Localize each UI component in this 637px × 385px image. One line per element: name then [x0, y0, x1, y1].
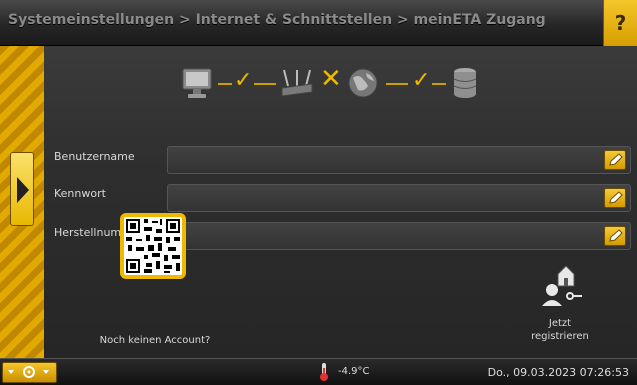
username-label: Benutzername [54, 150, 135, 163]
password-field[interactable] [167, 184, 631, 212]
gear-icon [8, 366, 49, 378]
pencil-icon [609, 191, 623, 204]
password-input[interactable] [168, 185, 588, 211]
check-icon: ✓ [412, 68, 431, 93]
pc-icon [182, 68, 212, 98]
system-menu-button[interactable] [2, 362, 57, 383]
serial-field[interactable] [167, 222, 631, 250]
help-button[interactable]: ? [603, 0, 637, 46]
breadcrumb: Systemeinstellungen > Internet & Schnitt… [8, 12, 546, 28]
database-icon [453, 68, 477, 98]
pencil-icon [609, 153, 623, 166]
qr-code-icon [126, 219, 180, 273]
outdoor-temperature: -4.9°C [338, 366, 370, 377]
status-line [386, 83, 408, 85]
side-menu-toggle[interactable] [10, 152, 34, 226]
register-label-line1[interactable]: Jetzt [520, 318, 600, 329]
no-account-label: Noch keinen Account? [99, 335, 211, 346]
check-icon: ✓ [234, 68, 253, 93]
status-line [218, 83, 232, 85]
username-field[interactable] [167, 146, 631, 174]
thermometer-icon [320, 363, 328, 381]
date-time: Do., 09.03.2023 07:26:53 [487, 366, 629, 379]
edit-serial-button[interactable] [604, 226, 626, 246]
edit-username-button[interactable] [604, 150, 626, 170]
edit-password-button[interactable] [604, 188, 626, 208]
password-label: Kennwort [54, 187, 106, 200]
register-label-line2[interactable]: registrieren [520, 331, 600, 342]
title-bar: Systemeinstellungen > Internet & Schnitt… [0, 0, 637, 46]
serial-input[interactable] [168, 223, 588, 249]
main-panel: ✓ ✕ ✓ Benutzername Kennwort Herstellnumm… [0, 46, 637, 358]
status-bar: -4.9°C Do., 09.03.2023 07:26:53 [0, 358, 637, 385]
user-key-icon[interactable] [540, 262, 584, 308]
qr-code-button[interactable] [120, 213, 186, 279]
close-icon: ✕ [320, 64, 342, 94]
username-input[interactable] [168, 147, 588, 173]
status-line [432, 83, 446, 85]
router-icon [281, 69, 313, 97]
globe-icon [348, 68, 378, 98]
status-line [254, 83, 276, 85]
connection-status: ✓ ✕ ✓ [180, 64, 500, 104]
pencil-icon [609, 229, 623, 242]
